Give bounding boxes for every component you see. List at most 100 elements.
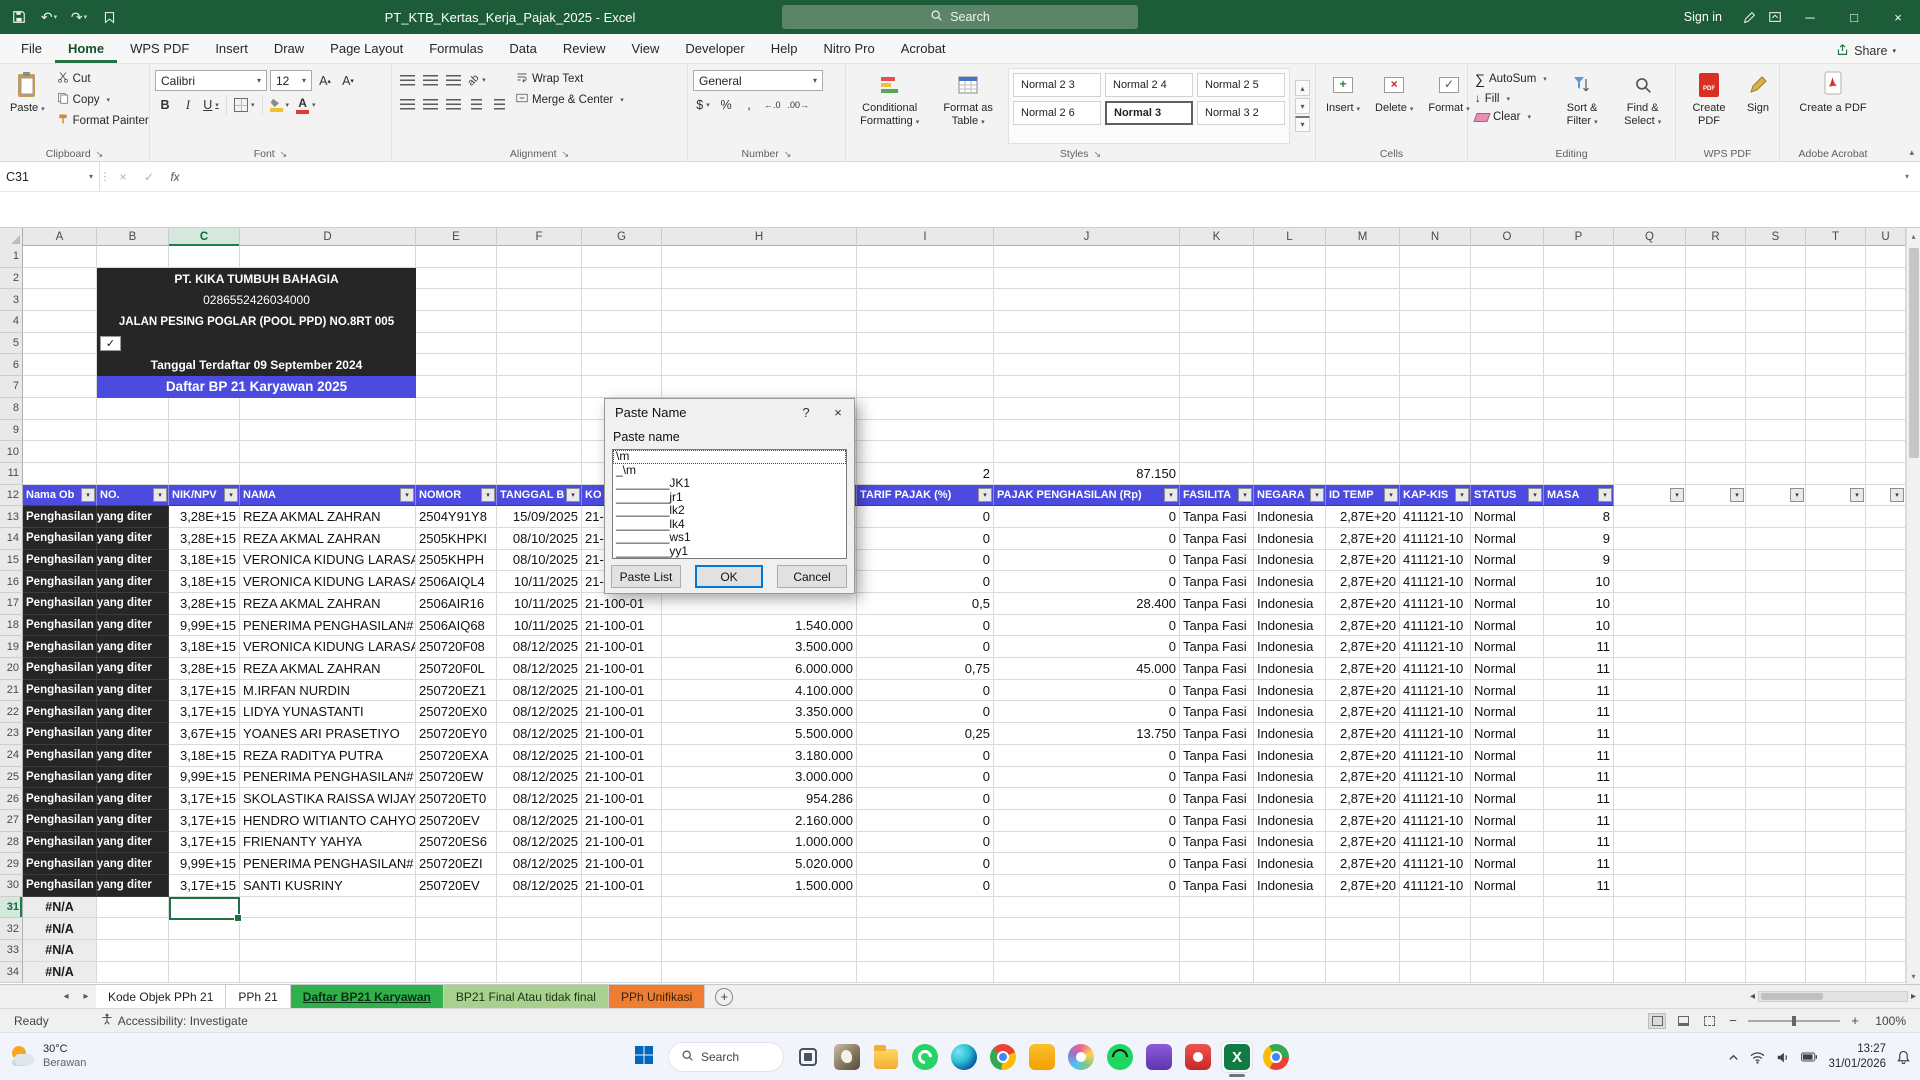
cell-R28[interactable] xyxy=(1686,832,1746,854)
select-all-button[interactable] xyxy=(0,228,23,246)
cell-A25[interactable]: Penghasilan yang diter xyxy=(23,767,97,789)
cell-Q28[interactable] xyxy=(1614,832,1686,854)
cell-O29[interactable]: Normal xyxy=(1471,853,1544,875)
cell-E21[interactable]: 250720EZ1 xyxy=(416,680,497,702)
column-header-R[interactable]: R xyxy=(1686,228,1746,246)
cell-H23[interactable]: 5.500.000 xyxy=(662,723,857,745)
cell-P8[interactable] xyxy=(1544,398,1614,420)
cell-J2[interactable] xyxy=(994,268,1180,290)
cell-U27[interactable] xyxy=(1866,810,1906,832)
cell-A3[interactable] xyxy=(23,289,97,311)
cell-U3[interactable] xyxy=(1866,289,1906,311)
cell-A15[interactable]: Penghasilan yang diter xyxy=(23,550,97,572)
cell-B32[interactable] xyxy=(97,918,169,940)
dialog-help-button[interactable]: ? xyxy=(790,399,822,425)
cell-G31[interactable] xyxy=(582,897,662,919)
cell-G5[interactable] xyxy=(582,333,662,355)
cell-F6[interactable] xyxy=(497,354,582,376)
share-button[interactable]: Share▾ xyxy=(1828,39,1904,63)
cell-D8[interactable] xyxy=(240,398,416,420)
column-header-S[interactable]: S xyxy=(1746,228,1806,246)
cell-T30[interactable] xyxy=(1806,875,1866,897)
cell-Q2[interactable] xyxy=(1614,268,1686,290)
cell-M4[interactable] xyxy=(1326,311,1400,333)
cell-Q31[interactable] xyxy=(1614,897,1686,919)
cell-C30[interactable]: 3,17E+15 xyxy=(169,875,240,897)
name-box[interactable]: C31 ▾ xyxy=(0,162,100,191)
cell-P28[interactable]: 11 xyxy=(1544,832,1614,854)
cell-P12[interactable]: MASA▾ xyxy=(1544,485,1614,507)
cell-N10[interactable] xyxy=(1400,441,1471,463)
cell-I10[interactable] xyxy=(857,441,994,463)
cell-R12[interactable]: ▾ xyxy=(1686,485,1746,507)
cell-C1[interactable] xyxy=(169,246,240,268)
formula-bar-expand-icon[interactable]: ▾ xyxy=(1894,162,1920,191)
undo-button[interactable]: ↶▾ xyxy=(36,4,62,30)
cell-F4[interactable] xyxy=(497,311,582,333)
cell-N32[interactable] xyxy=(1400,918,1471,940)
cell-S32[interactable] xyxy=(1746,918,1806,940)
cell-M33[interactable] xyxy=(1326,940,1400,962)
cell-L16[interactable]: Indonesia xyxy=(1254,571,1326,593)
cell-M16[interactable]: 2,87E+20 xyxy=(1326,571,1400,593)
cell-R3[interactable] xyxy=(1686,289,1746,311)
cell-A7[interactable] xyxy=(23,376,97,398)
cell-F10[interactable] xyxy=(497,441,582,463)
cell-N4[interactable] xyxy=(1400,311,1471,333)
cell-L33[interactable] xyxy=(1254,940,1326,962)
zoom-level[interactable]: 100% xyxy=(1870,1014,1906,1028)
titlebar-search[interactable]: Search xyxy=(782,5,1138,29)
cell-I31[interactable] xyxy=(857,897,994,919)
cell-R30[interactable] xyxy=(1686,875,1746,897)
align-bottom-icon[interactable] xyxy=(443,70,463,90)
sheet-tab-pph-unifikasi[interactable]: PPh Unifikasi xyxy=(609,985,705,1008)
cell-G27[interactable]: 21-100-01 xyxy=(582,810,662,832)
cell-O16[interactable]: Normal xyxy=(1471,571,1544,593)
cell-J27[interactable]: 0 xyxy=(994,810,1180,832)
cell-O31[interactable] xyxy=(1471,897,1544,919)
hscroll-left-icon[interactable]: ◂ xyxy=(1750,991,1755,1002)
cell-G30[interactable]: 21-100-01 xyxy=(582,875,662,897)
cell-U14[interactable] xyxy=(1866,528,1906,550)
cell-N28[interactable]: 411121-10 xyxy=(1400,832,1471,854)
cell-E22[interactable]: 250720EX0 xyxy=(416,701,497,723)
cell-M12[interactable]: ID TEMP▾ xyxy=(1326,485,1400,507)
increase-font-size-icon[interactable]: A▴ xyxy=(315,71,335,91)
cell-D31[interactable] xyxy=(240,897,416,919)
cell-A11[interactable] xyxy=(23,463,97,485)
cell-M5[interactable] xyxy=(1326,333,1400,355)
cell-O23[interactable]: Normal xyxy=(1471,723,1544,745)
cell-R21[interactable] xyxy=(1686,680,1746,702)
paste-name-item[interactable]: ________lk2 xyxy=(613,504,846,518)
style-normal-2-3[interactable]: Normal 2 3 xyxy=(1013,73,1101,97)
cell-H1[interactable] xyxy=(662,246,857,268)
cell-B9[interactable] xyxy=(97,420,169,442)
column-header-N[interactable]: N xyxy=(1400,228,1471,246)
cell-N3[interactable] xyxy=(1400,289,1471,311)
cell-E6[interactable] xyxy=(416,354,497,376)
cell-I3[interactable] xyxy=(857,289,994,311)
row-header-15[interactable]: 15 xyxy=(0,550,23,572)
cell-Q19[interactable] xyxy=(1614,636,1686,658)
normal-view-icon[interactable] xyxy=(1648,1013,1666,1029)
cell-L21[interactable]: Indonesia xyxy=(1254,680,1326,702)
checkbox[interactable]: ✓ xyxy=(100,336,121,351)
cell-U9[interactable] xyxy=(1866,420,1906,442)
cell-O18[interactable]: Normal xyxy=(1471,615,1544,637)
filter-icon-S12[interactable]: ▾ xyxy=(1790,488,1804,502)
row-header-8[interactable]: 8 xyxy=(0,398,23,420)
cell-G23[interactable]: 21-100-01 xyxy=(582,723,662,745)
cell-M21[interactable]: 2,87E+20 xyxy=(1326,680,1400,702)
purple-icon[interactable] xyxy=(1144,1042,1174,1072)
cell-M15[interactable]: 2,87E+20 xyxy=(1326,550,1400,572)
cell-A2[interactable] xyxy=(23,268,97,290)
sheet-tab-daftar-bp21-karyawan[interactable]: Daftar BP21 Karyawan xyxy=(291,985,444,1008)
cell-O34[interactable] xyxy=(1471,962,1544,984)
cell-H20[interactable]: 6.000.000 xyxy=(662,658,857,680)
row-header-21[interactable]: 21 xyxy=(0,680,23,702)
insert-cells-button[interactable]: + Insert xyxy=(1321,68,1365,144)
row-header-11[interactable]: 11 xyxy=(0,463,23,485)
horizontal-scroll-thumb[interactable] xyxy=(1761,993,1823,1000)
cell-J3[interactable] xyxy=(994,289,1180,311)
cell-D11[interactable] xyxy=(240,463,416,485)
